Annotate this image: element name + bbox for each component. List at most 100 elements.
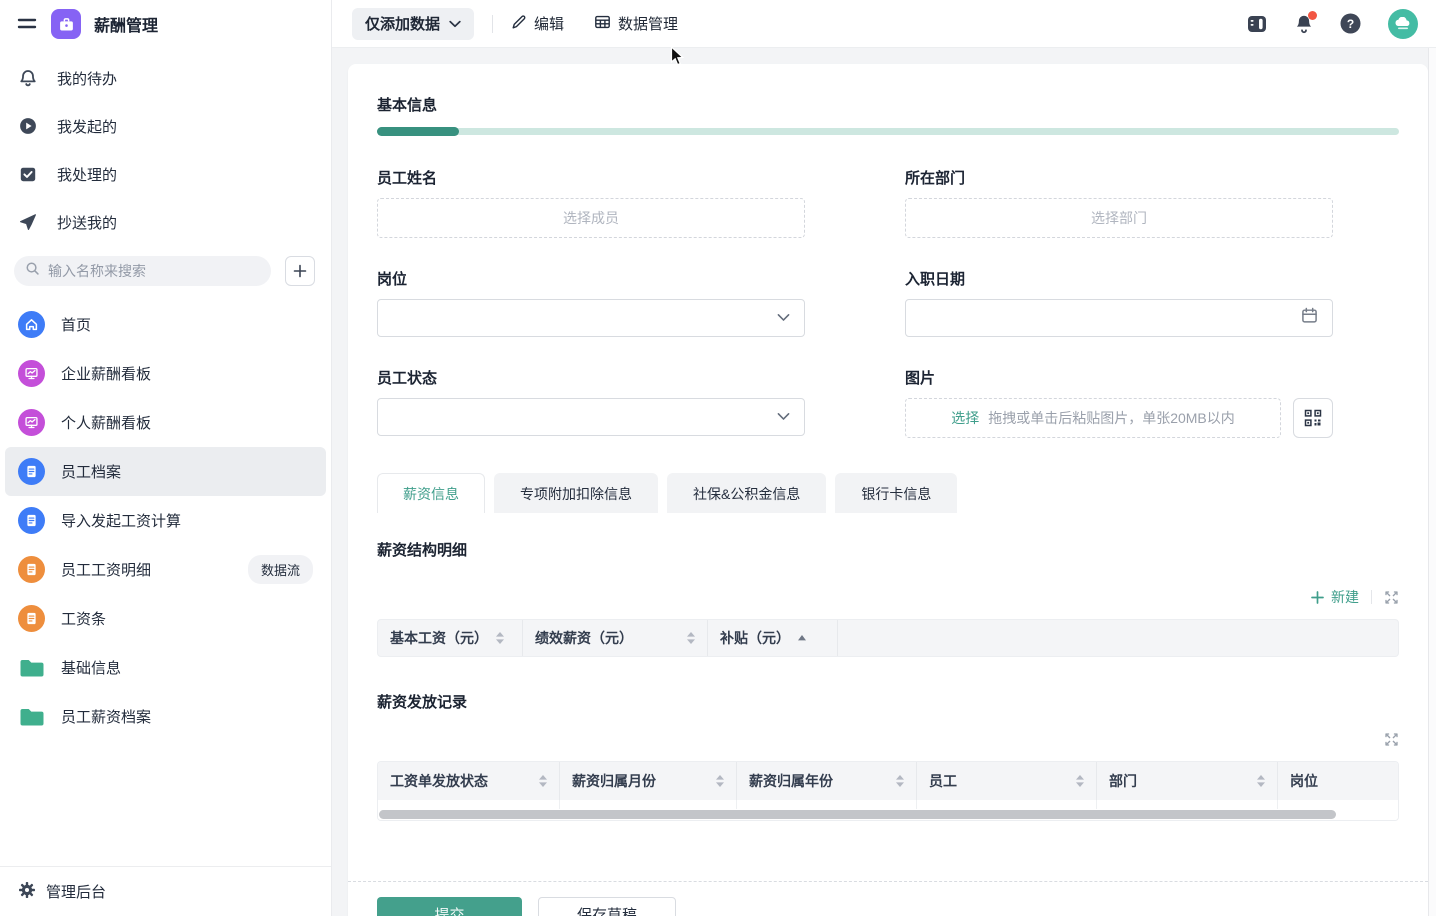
column-header[interactable]: 岗位	[1278, 762, 1398, 800]
sort-icon[interactable]	[716, 775, 724, 787]
document-icon	[18, 458, 45, 485]
sidebar-item-cc-me[interactable]: 抄送我的	[0, 198, 331, 246]
search-input[interactable]	[48, 263, 260, 279]
expand-table-icon[interactable]	[1384, 590, 1399, 605]
sidebar-search-row	[0, 246, 331, 296]
app-logo-icon[interactable]	[51, 9, 81, 39]
position-select[interactable]	[377, 299, 805, 337]
tab-special-deduction[interactable]: 专项附加扣除信息	[494, 473, 658, 513]
sidebar-item-payslip[interactable]: 工资条	[5, 594, 326, 643]
sort-icon[interactable]	[539, 775, 547, 787]
sidebar-item-label: 工资条	[61, 611, 107, 628]
form-progress-bar	[377, 127, 1399, 136]
select-department-button[interactable]: 选择部门	[905, 198, 1333, 238]
send-icon	[18, 213, 38, 231]
avatar[interactable]	[1388, 8, 1418, 39]
add-data-mode-dropdown[interactable]: 仅添加数据	[352, 7, 475, 40]
photo-row: 选择 拖拽或单击后粘贴图片，单张20MB以内	[905, 398, 1333, 438]
pencil-icon	[511, 14, 527, 34]
column-header[interactable]: 部门	[1097, 762, 1278, 800]
column-header[interactable]: 基本工资（元）	[378, 620, 523, 656]
sidebar-header: 薪酬管理	[0, 0, 331, 48]
add-button[interactable]	[285, 256, 315, 286]
play-circle-icon	[18, 117, 38, 135]
form-footer: 提交 保存草稿	[348, 881, 1428, 916]
sidebar-item-home[interactable]: 首页	[5, 300, 326, 349]
field-position: 岗位	[377, 268, 805, 337]
topbar-divider	[492, 14, 494, 33]
horizontal-scrollbar[interactable]	[378, 809, 1398, 820]
panel-toggle-icon[interactable]	[1246, 14, 1268, 34]
column-header[interactable]: 补贴（元）	[708, 620, 838, 656]
photo-upload-dropzone[interactable]: 选择 拖拽或单击后粘贴图片，单张20MB以内	[905, 398, 1281, 438]
qr-scan-button[interactable]	[1293, 398, 1333, 438]
photo-choose-link[interactable]: 选择	[951, 408, 979, 428]
edit-button[interactable]: 编辑	[511, 13, 564, 34]
data-management-button[interactable]: 数据管理	[594, 13, 678, 34]
sort-asc-icon[interactable]	[798, 635, 806, 641]
sidebar-item-company-dashboard[interactable]: 企业薪酬看板	[5, 349, 326, 398]
main-area: 仅添加数据 编辑 数据管理 ? 基本信息 员工姓名 选择成员 所在部门 选择部门…	[332, 0, 1436, 916]
sidebar: 薪酬管理 我的待办 我发起的 我处理的 抄送我的 输入名称来搜索 首页 企业薪酬…	[0, 0, 332, 916]
column-header[interactable]: 工资单发放状态	[378, 762, 560, 800]
expand-table-icon[interactable]	[1384, 732, 1399, 747]
sidebar-item-label: 抄送我的	[57, 214, 118, 232]
sidebar-item-my-initiated[interactable]: 我发起的	[0, 102, 331, 150]
sidebar-menu: 首页 企业薪酬看板 个人薪酬看板 员工档案 导入发起工资计算 员工工资明细 数据…	[0, 296, 331, 866]
toolbar-divider	[1371, 590, 1372, 604]
help-icon[interactable]: ?	[1340, 13, 1361, 34]
salary-structure-toolbar: 新建	[377, 587, 1399, 607]
tab-salary-info[interactable]: 薪资信息	[377, 473, 485, 513]
sidebar-item-my-processed[interactable]: 我处理的	[0, 150, 331, 198]
collapse-menu-icon[interactable]	[16, 15, 38, 33]
field-label: 员工姓名	[377, 170, 438, 187]
sidebar-item-employee-salary-files[interactable]: 员工薪资档案	[5, 692, 326, 741]
column-header[interactable]: 薪资归属月份	[560, 762, 737, 800]
tab-bank-card[interactable]: 银行卡信息	[835, 473, 958, 513]
sidebar-item-employee-salary-detail[interactable]: 员工工资明细 数据流	[5, 545, 326, 594]
new-record-button[interactable]: 新建	[1311, 587, 1359, 607]
add-data-mode-label: 仅添加数据	[365, 16, 441, 33]
sort-icon[interactable]	[1076, 775, 1084, 787]
submit-button[interactable]: 提交	[377, 897, 522, 916]
document-icon	[18, 507, 45, 534]
field-label: 图片	[905, 370, 936, 387]
calendar-icon	[1301, 307, 1318, 329]
sidebar-item-label: 个人薪酬看板	[61, 415, 152, 432]
notifications-bell-icon[interactable]	[1295, 10, 1317, 34]
column-header[interactable]: 薪资归属年份	[737, 762, 917, 800]
sidebar-item-employee-files[interactable]: 员工档案	[5, 447, 326, 496]
admin-console-link[interactable]: 管理后台	[0, 866, 331, 916]
task-check-icon	[18, 165, 38, 183]
new-record-label: 新建	[1331, 589, 1359, 605]
search-box[interactable]	[14, 256, 271, 286]
sidebar-item-import-salary-calc[interactable]: 导入发起工资计算	[5, 496, 326, 545]
sidebar-item-personal-dashboard[interactable]: 个人薪酬看板	[5, 398, 326, 447]
vertical-scrollbar[interactable]	[1428, 48, 1436, 916]
field-label: 所在部门	[905, 170, 966, 187]
scrollbar-thumb[interactable]	[379, 810, 1336, 819]
sidebar-item-label: 企业薪酬看板	[61, 366, 152, 383]
column-header[interactable]: 绩效薪资（元）	[523, 620, 708, 656]
salary-records-title: 薪资发放记录	[377, 694, 468, 711]
sidebar-item-basic-info[interactable]: 基础信息	[5, 643, 326, 692]
sort-icon[interactable]	[496, 632, 504, 644]
sidebar-item-my-todo[interactable]: 我的待办	[0, 54, 331, 102]
sort-icon[interactable]	[1257, 775, 1265, 787]
sort-icon[interactable]	[896, 775, 904, 787]
select-member-button[interactable]: 选择成员	[377, 198, 805, 238]
employee-status-select[interactable]	[377, 398, 805, 436]
tab-social-security[interactable]: 社保&公积金信息	[667, 473, 827, 513]
svg-text:?: ?	[1347, 17, 1354, 31]
save-draft-button[interactable]: 保存草稿	[538, 897, 676, 916]
dataflow-badge: 数据流	[247, 555, 313, 584]
sort-icon[interactable]	[687, 632, 695, 644]
column-header[interactable]: 员工	[917, 762, 1097, 800]
sidebar-item-label: 首页	[61, 317, 92, 334]
photo-hint: 拖拽或单击后粘贴图片，单张20MB以内	[988, 410, 1235, 426]
table-grid-icon	[594, 14, 611, 34]
admin-console-label: 管理后台	[46, 884, 107, 901]
document-icon	[18, 556, 45, 583]
hire-date-input[interactable]	[905, 299, 1333, 337]
section-title-basic-info: 基本信息	[377, 97, 438, 114]
